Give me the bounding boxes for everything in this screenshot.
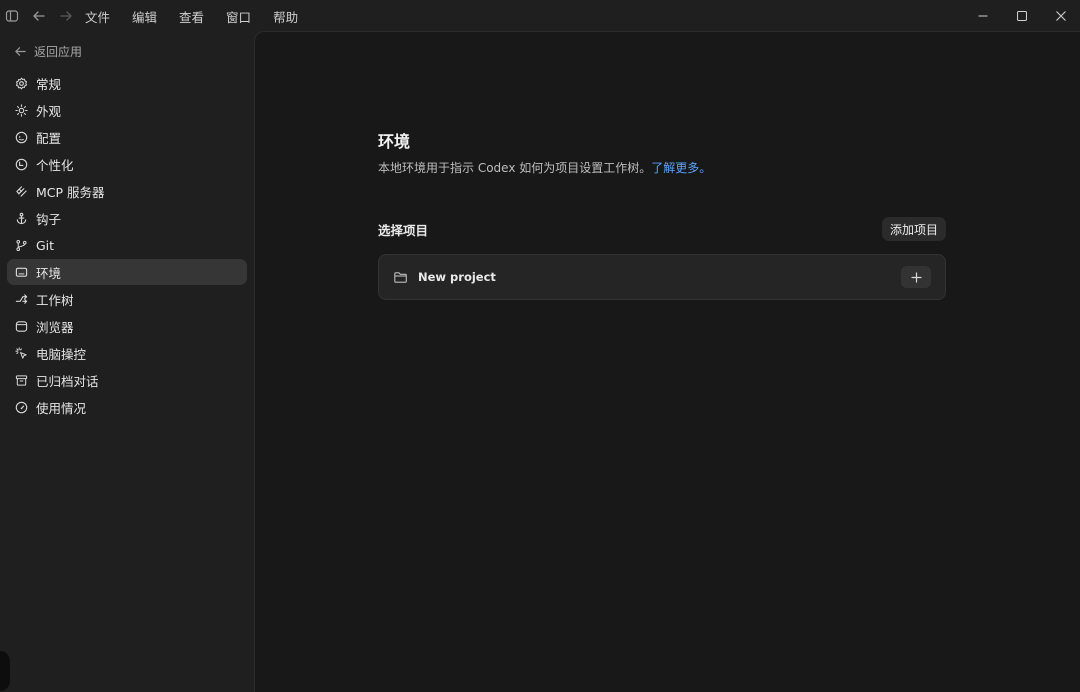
title-bar: 文件 编辑 查看 窗口 帮助 [0, 0, 1080, 31]
git-branch-icon [14, 238, 28, 252]
minimize-icon[interactable] [963, 0, 1002, 31]
sidebar-item-label: 配置 [36, 130, 62, 146]
page-description: 本地环境用于指示 Codex 如何为项目设置工作树。了解更多。 [378, 159, 946, 176]
settings-sidebar: 返回应用 常规 外观 配置 个性化 MCP 服务器 钩子 Git 环境 工作树 … [0, 31, 254, 692]
sidebar-item-label: 工作树 [36, 292, 74, 308]
gear-icon [14, 76, 28, 90]
monitor-icon [14, 265, 28, 279]
window-corner-shadow [0, 651, 10, 691]
sidebar-item-label: 浏览器 [36, 319, 74, 335]
sidebar-item-hooks[interactable]: 钩子 [7, 205, 247, 231]
back-arrow-icon [15, 47, 26, 56]
sidebar-item-appearance[interactable]: 外观 [7, 97, 247, 123]
sidebar-item-personalization[interactable]: 个性化 [7, 151, 247, 177]
menu-view[interactable]: 查看 [179, 6, 204, 26]
sidebar-item-browser[interactable]: 浏览器 [7, 313, 247, 339]
close-icon[interactable] [1041, 0, 1080, 31]
sidebar-item-label: 已归档对话 [36, 373, 99, 389]
archive-icon [14, 373, 28, 387]
window-controls [963, 0, 1080, 31]
back-arrow-icon[interactable] [31, 8, 47, 24]
back-to-app-label: 返回应用 [34, 45, 83, 59]
sidebar-item-label: Git [36, 237, 55, 253]
menu-help[interactable]: 帮助 [273, 6, 298, 26]
back-to-app-link[interactable]: 返回应用 [14, 43, 82, 60]
sidebar-item-general[interactable]: 常规 [7, 70, 247, 96]
select-project-header: 选择项目 添加项目 [378, 217, 946, 241]
browser-icon [14, 319, 28, 333]
sidebar-item-label: 常规 [36, 76, 62, 92]
sidebar-item-computer-control[interactable]: 电脑操控 [7, 340, 247, 366]
forward-arrow-icon[interactable] [58, 8, 74, 24]
menu-file[interactable]: 文件 [85, 6, 110, 26]
mcp-icon [14, 184, 28, 198]
add-project-button[interactable]: 添加项目 [881, 217, 946, 241]
sidebar-item-label: 钩子 [36, 211, 62, 227]
menu-window[interactable]: 窗口 [226, 6, 251, 26]
environment-content: 环境 本地环境用于指示 Codex 如何为项目设置工作树。了解更多。 选择项目 … [378, 128, 946, 300]
sidebar-item-worktree[interactable]: 工作树 [7, 286, 247, 312]
sidebar-toggle-icon[interactable] [4, 8, 20, 24]
sidebar-item-label: 个性化 [36, 157, 74, 173]
sidebar-item-label: 电脑操控 [36, 346, 87, 362]
learn-more-link[interactable]: 了解更多。 [651, 161, 711, 175]
description-text: 本地环境用于指示 Codex 如何为项目设置工作树。 [378, 161, 652, 175]
main-panel: 环境 本地环境用于指示 Codex 如何为项目设置工作树。了解更多。 选择项目 … [254, 31, 1080, 692]
add-environment-button[interactable] [901, 266, 931, 288]
page-title: 环境 [378, 132, 411, 151]
gauge-icon [14, 400, 28, 414]
maximize-icon[interactable] [1002, 0, 1041, 31]
sidebar-item-label: 环境 [36, 265, 62, 281]
sidebar-item-git[interactable]: Git [7, 232, 247, 258]
sidebar-item-label: 外观 [36, 103, 62, 119]
title-bar-left: 文件 编辑 查看 窗口 帮助 [0, 0, 320, 31]
folder-icon [394, 271, 407, 283]
menu-edit[interactable]: 编辑 [132, 6, 157, 26]
sidebar-item-label: MCP 服务器 [36, 184, 105, 200]
config-icon [14, 130, 28, 144]
sidebar-item-label: 使用情况 [36, 400, 87, 416]
cursor-click-icon [14, 346, 28, 360]
personalize-icon [14, 157, 28, 171]
sidebar-item-usage[interactable]: 使用情况 [7, 394, 247, 420]
sidebar-item-archived-chats[interactable]: 已归档对话 [7, 367, 247, 393]
plus-icon [910, 271, 922, 283]
settings-nav: 常规 外观 配置 个性化 MCP 服务器 钩子 Git 环境 工作树 浏览器 电… [7, 70, 247, 421]
sidebar-item-environment[interactable]: 环境 [7, 259, 247, 285]
section-label: 选择项目 [378, 222, 429, 238]
project-name: New project [418, 270, 496, 284]
sun-icon [14, 103, 28, 117]
sidebar-item-mcp-servers[interactable]: MCP 服务器 [7, 178, 247, 204]
worktree-icon [14, 292, 28, 306]
anchor-icon [14, 211, 28, 225]
project-row[interactable]: New project [378, 254, 946, 300]
sidebar-item-config[interactable]: 配置 [7, 124, 247, 150]
